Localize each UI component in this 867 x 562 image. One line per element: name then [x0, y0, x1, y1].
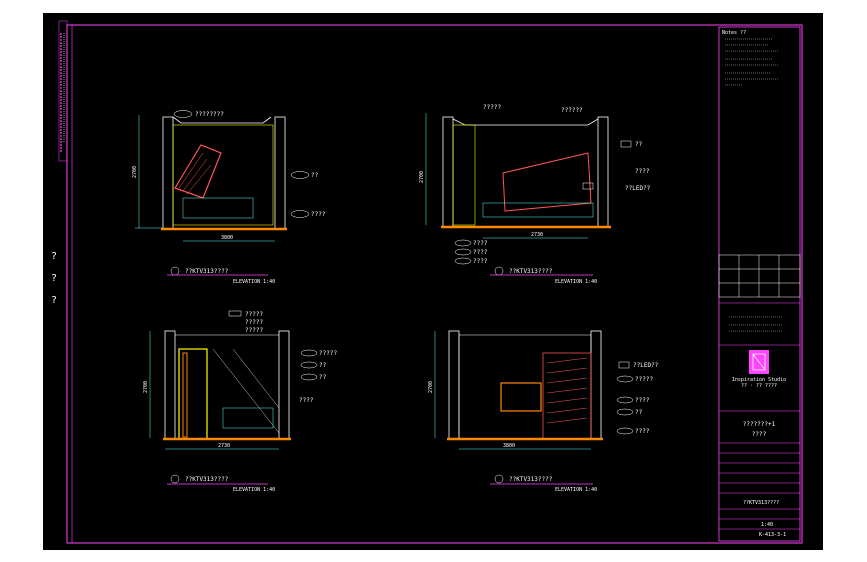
- view3-callout-1: ?????: [245, 311, 263, 318]
- view3-callout-5: ??: [319, 362, 327, 369]
- view3-callout-7: ????: [299, 397, 314, 404]
- view3-scale: ELEVATION 1:40: [233, 487, 275, 493]
- sheet-border: [66, 24, 803, 544]
- margin-mark-1: ?: [51, 251, 57, 262]
- view3-dim-height: 2700: [143, 381, 149, 393]
- view1-callout-1: ????????: [195, 111, 224, 118]
- view4-callout-5: ????: [635, 428, 650, 435]
- view1-scale: ELEVATION 1:40: [233, 279, 275, 285]
- view4-scale: ELEVATION 1:40: [555, 487, 597, 493]
- view1-title: ??KTV313????: [185, 268, 229, 275]
- view2-callout-3: ??: [635, 141, 643, 148]
- view4-callout-4: ??: [635, 409, 643, 416]
- view3-dim-width: 2730: [218, 443, 230, 449]
- left-strip: [58, 20, 68, 162]
- view3-callout-2: ?????: [245, 319, 263, 326]
- elevation-view-4: 2700 3800 ??LED?? ????? ???? ?? ???? ??K…: [428, 330, 659, 493]
- view2-callout-8: ????: [473, 258, 488, 265]
- view2-callout-5: ??LED??: [625, 185, 651, 192]
- sheet-number: K-413-3-1: [759, 532, 786, 538]
- view4-callout-1: ??LED??: [633, 362, 659, 369]
- view2-callouts: ????? ?????? ?? ???? ??LED?? ???? ???? ?…: [454, 104, 651, 265]
- view2-callout-7: ????: [473, 249, 488, 256]
- view2-callout-4: ????: [635, 168, 650, 175]
- margin-mark-3: ?: [51, 295, 57, 306]
- project-name: ???????+1: [743, 421, 776, 428]
- project-subtitle: ????: [752, 431, 767, 438]
- view3-callout-3: ?????: [245, 327, 263, 334]
- view3-callout-6: ??: [319, 374, 327, 381]
- view2-callout-2: ??????: [561, 107, 583, 114]
- view4-callout-3: ????: [635, 397, 650, 404]
- view2-dim-height: 2700: [419, 171, 425, 183]
- view4-title: ??KTV313????: [509, 476, 553, 483]
- title-block: Notes ?? Inspiration Studio ?? · ?? ????…: [718, 26, 801, 542]
- view4-dim-width: 3800: [503, 443, 515, 449]
- notes-header: Notes ??: [722, 30, 746, 36]
- elevation-view-1: 2700 3800 ???????? ?? ???? ??KTV313???? …: [132, 110, 326, 285]
- margin-mark-2: ?: [51, 273, 57, 284]
- view3-callout-4: ?????: [319, 350, 337, 357]
- drawing-name: ??KTV313????: [743, 500, 779, 506]
- view1-dim-width: 3800: [221, 235, 233, 241]
- view2-dim-width: 2730: [531, 232, 543, 238]
- company-subtitle: ?? · ?? ????: [741, 383, 777, 389]
- view1-dim-height: 2700: [132, 166, 138, 178]
- view1-callout-3: ????: [311, 211, 326, 218]
- view2-scale: ELEVATION 1:40: [555, 279, 597, 285]
- view1-callouts: ???????? ?? ????: [173, 110, 326, 218]
- view3-title: ??KTV313????: [185, 476, 229, 483]
- view2-callout-6: ????: [473, 240, 488, 247]
- view4-callouts: ??LED?? ????? ???? ?? ????: [616, 361, 659, 435]
- view4-dim-height: 2700: [428, 381, 434, 393]
- scale-value: 1:40: [761, 522, 773, 528]
- cad-viewport[interactable]: ? ? ? 2700 3800 ???????? ?? ???? ??KTV31…: [43, 13, 823, 550]
- margin-markers: ? ? ?: [51, 251, 57, 306]
- elevation-view-2: 2700 2730 ????? ?????? ?? ???? ??LED?? ?…: [419, 104, 651, 285]
- view4-callout-2: ?????: [635, 376, 653, 383]
- view1-callout-2: ??: [311, 172, 319, 179]
- view2-title: ??KTV313????: [509, 268, 553, 275]
- elevation-view-3: 2700 2730 ????? ????? ????? ????? ?? ?? …: [143, 310, 337, 493]
- view2-callout-1: ?????: [483, 104, 501, 111]
